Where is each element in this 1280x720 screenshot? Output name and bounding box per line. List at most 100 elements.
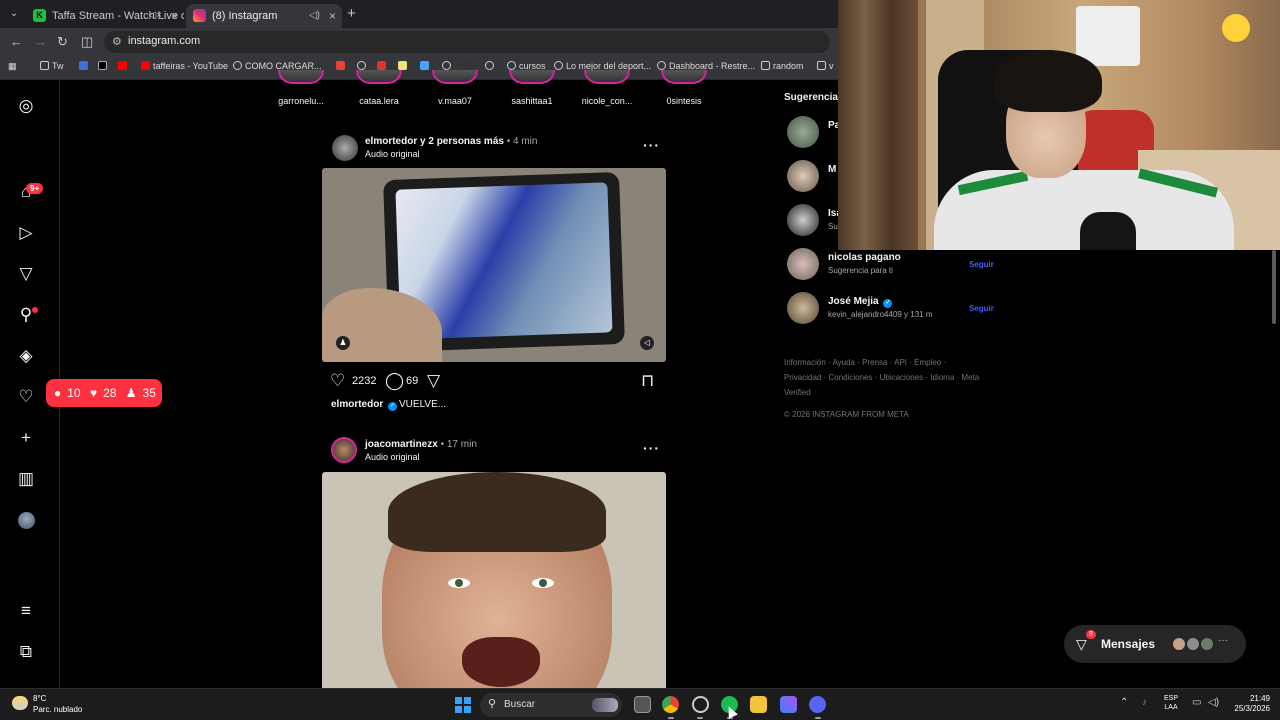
like-heart-icon[interactable]: ♡: [330, 371, 345, 391]
post-author-avatar[interactable]: [332, 135, 358, 161]
story-ring: [509, 70, 555, 84]
post-time: • 17 min: [440, 439, 477, 450]
post-video[interactable]: [322, 472, 666, 688]
more-options-icon[interactable]: ···: [643, 137, 660, 153]
microsoft-store-icon[interactable]: [780, 696, 797, 713]
post-author[interactable]: elmortedor y 2 personas más • 4 min: [365, 136, 537, 147]
reload-icon[interactable]: ↻: [57, 34, 68, 50]
bookmark-item[interactable]: [118, 61, 130, 71]
footer-links[interactable]: Información · Ayuda · Prensa · API · Emp…: [784, 355, 984, 400]
profile-avatar[interactable]: [18, 512, 35, 529]
notifications-popup[interactable]: ● 10 ♥ 28 ♟ 35: [46, 379, 162, 407]
suggestion-avatar[interactable]: [787, 204, 819, 236]
taskbar-search[interactable]: ⚲ Buscar: [480, 693, 622, 717]
bookmark-item[interactable]: [420, 61, 432, 71]
tab-search-icon[interactable]: ⌄: [6, 6, 22, 22]
suggestion-avatar[interactable]: [787, 160, 819, 192]
explore-icon[interactable]: ◈: [16, 346, 36, 366]
post-author-avatar[interactable]: [331, 437, 357, 463]
task-view-icon[interactable]: [634, 696, 651, 713]
tab-taffa-stream[interactable]: K Taffa Stream - Watch Live o ◁× ×: [26, 4, 184, 28]
side-panel-icon[interactable]: ◫: [81, 34, 93, 50]
bookmark-item[interactable]: [336, 61, 348, 71]
gmail-icon: [336, 61, 345, 70]
site-icon: [398, 61, 407, 70]
weather-temperature[interactable]: 8°C: [33, 694, 46, 703]
menu-icon[interactable]: ≡: [16, 601, 36, 621]
tab-muted-icon[interactable]: ◁×: [148, 4, 162, 28]
share-icon[interactable]: ▽: [427, 371, 440, 391]
forward-arrow-icon[interactable]: →: [34, 34, 47, 49]
suggestion-name[interactable]: M: [828, 164, 836, 175]
reels-icon[interactable]: ▷: [16, 223, 36, 243]
close-tab-icon[interactable]: ×: [171, 4, 178, 28]
messages-button[interactable]: ▽ 8 Mensajes ···: [1064, 625, 1246, 663]
tagged-users-icon[interactable]: ♟: [336, 336, 350, 350]
emoji-toy: [1222, 14, 1250, 42]
discord-icon[interactable]: [809, 696, 826, 713]
clock[interactable]: 21:49 25/3/2026: [1226, 694, 1270, 714]
instagram-logo-icon[interactable]: ◎: [16, 96, 36, 116]
new-tab-button[interactable]: +: [347, 5, 356, 22]
also-from-meta-icon[interactable]: ⧉: [16, 642, 36, 662]
site-icon: [463, 61, 472, 70]
mouth-in-video: [462, 637, 540, 687]
globe-icon: [657, 61, 666, 70]
apps-grid-icon[interactable]: ▦: [8, 61, 17, 72]
dashboard-icon[interactable]: ▥: [16, 469, 36, 489]
post-author-name[interactable]: joacomartinezx: [365, 439, 438, 450]
save-bookmark-icon[interactable]: ⊓: [641, 371, 654, 391]
globe-icon: [507, 61, 516, 70]
tiktok-icon: [98, 61, 107, 70]
file-explorer-icon[interactable]: [750, 696, 767, 713]
close-tab-icon[interactable]: ×: [329, 4, 336, 28]
follow-button[interactable]: Seguir: [969, 304, 994, 313]
caption-author[interactable]: elmortedor: [331, 399, 383, 410]
bookmark-item[interactable]: random: [761, 61, 804, 71]
back-arrow-icon[interactable]: ←: [10, 34, 23, 49]
bookmark-item[interactable]: v: [817, 61, 834, 71]
comment-icon[interactable]: ◯: [385, 371, 404, 391]
post-audio[interactable]: Audio original: [365, 149, 420, 159]
post-author-name[interactable]: elmortedor y 2 personas más: [365, 136, 504, 147]
like-count[interactable]: 2232: [352, 375, 376, 387]
notifications-heart-icon[interactable]: ♡: [16, 387, 36, 407]
create-plus-icon[interactable]: +: [16, 428, 36, 448]
bookmark-item[interactable]: Tw: [40, 61, 64, 71]
weather-description[interactable]: Parc. nublado: [33, 705, 82, 714]
show-hidden-icons-icon[interactable]: ⌃: [1120, 697, 1128, 708]
post-audio[interactable]: Audio original: [365, 452, 420, 462]
obs-icon[interactable]: [692, 696, 709, 713]
suggestion-name-text[interactable]: José Mejia: [828, 296, 879, 307]
weather-cloud-icon[interactable]: [12, 696, 28, 710]
microphone-icon[interactable]: ♪: [1142, 697, 1147, 708]
network-icon[interactable]: ▭: [1192, 697, 1201, 708]
bookmark-item[interactable]: [79, 61, 91, 71]
story-ring: [356, 70, 402, 84]
volume-icon[interactable]: ◁): [1208, 697, 1219, 708]
suggestion-avatar[interactable]: [787, 116, 819, 148]
suggestion-avatar[interactable]: [787, 292, 819, 324]
tab-instagram[interactable]: (8) Instagram ◁) ×: [186, 4, 342, 28]
bookmark-item[interactable]: taffeiras - YouTube: [141, 61, 228, 71]
site-info-icon[interactable]: ⚙: [112, 35, 122, 48]
messages-icon[interactable]: ▽: [16, 264, 36, 284]
tab-audio-icon[interactable]: ◁): [309, 4, 320, 28]
bookmark-item[interactable]: [98, 61, 110, 71]
more-options-icon[interactable]: ···: [643, 440, 660, 456]
suggestion-avatar[interactable]: [787, 248, 819, 280]
bookmark-item[interactable]: [485, 61, 497, 71]
post-author[interactable]: joacomartinezx • 17 min: [365, 439, 477, 450]
suggestion-name[interactable]: nicolas pagano: [828, 252, 901, 263]
follow-button[interactable]: Seguir: [969, 260, 994, 269]
windows-start-icon[interactable]: [455, 697, 471, 713]
post-video[interactable]: ♟ ◁: [322, 168, 666, 362]
sound-icon[interactable]: ◁: [640, 336, 654, 350]
suggestion-name[interactable]: José Mejia ✓: [828, 296, 894, 308]
address-bar[interactable]: ⚙ instagram.com: [104, 31, 830, 53]
caption-text[interactable]: VUELVE...: [399, 399, 446, 410]
follower-icon: ♟: [125, 386, 137, 400]
chrome-icon[interactable]: [662, 696, 679, 713]
page-scrollbar[interactable]: [1272, 250, 1276, 324]
input-language[interactable]: ESP LAA: [1164, 694, 1178, 712]
